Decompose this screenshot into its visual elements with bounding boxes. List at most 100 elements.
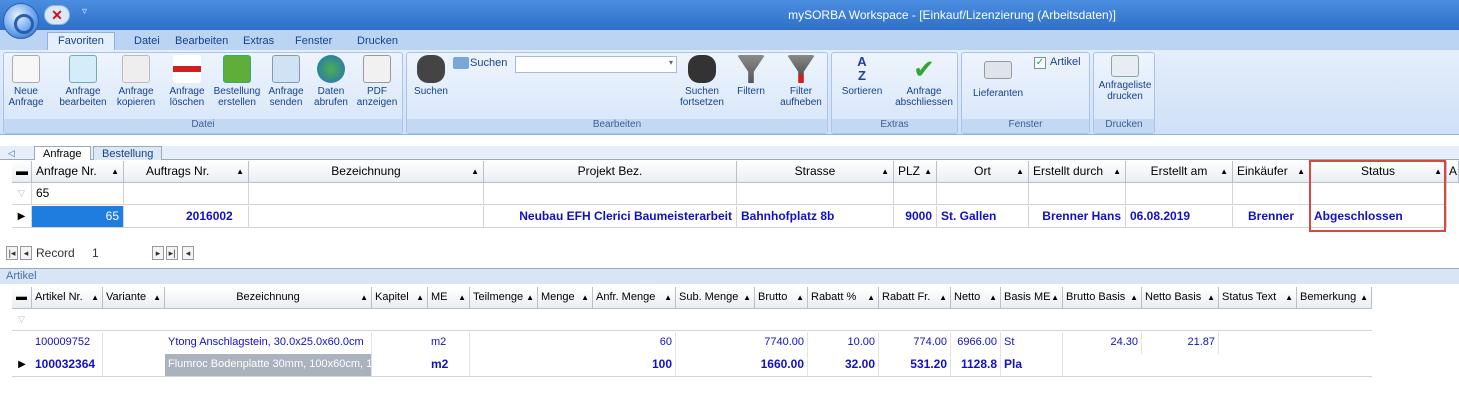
artikel-checkbox[interactable]: ✓ xyxy=(1034,57,1046,69)
filter-input[interactable] xyxy=(1233,183,1310,205)
column-header-teilmenge[interactable]: Teilmenge ▲ xyxy=(470,287,538,309)
cell-brutto-basis[interactable]: 24.30 xyxy=(1063,332,1142,354)
pdf-anzeigen-button[interactable]: PDF anzeigen xyxy=(354,55,400,108)
artikel-filter-row[interactable]: ▽ xyxy=(12,309,1372,331)
anfrage-kopieren-button[interactable]: Anfrage kopieren xyxy=(114,55,158,108)
column-header-projekt-bez[interactable]: Projekt Bez. xyxy=(484,161,737,183)
column-header-bezeichnung[interactable]: Bezeichnung ▲ xyxy=(249,161,484,183)
column-header-auftrags-nr[interactable]: Auftrags Nr. ▲ xyxy=(124,161,249,183)
tab-scroll-left-icon[interactable]: ◁ xyxy=(8,146,15,160)
new-record-icon[interactable]: ◂ xyxy=(182,246,194,260)
filter-input[interactable] xyxy=(737,183,894,205)
cell-projekt-bez[interactable]: Neubau EFH Clerici Baumeisterarbeit xyxy=(484,206,737,228)
cell-erstellt-am[interactable]: 06.08.2019 xyxy=(1126,206,1233,228)
cell-anfr-menge[interactable]: 100 xyxy=(593,354,676,376)
cell-artikel-nr[interactable]: 100032364 xyxy=(32,354,103,376)
tab-fenster[interactable]: Fenster xyxy=(285,33,342,49)
last-record-icon[interactable]: ▸| xyxy=(166,246,178,260)
column-header-netto-basis[interactable]: Netto Basis ▲ xyxy=(1142,287,1219,309)
filter-input[interactable] xyxy=(124,183,249,205)
next-record-icon[interactable]: ▸ xyxy=(152,246,164,260)
cell-brutto[interactable]: 7740.00 xyxy=(755,332,808,354)
tab-extras[interactable]: Extras xyxy=(233,33,284,49)
anfrage-abschliessen-button[interactable]: ✔ Anfrage abschliessen xyxy=(892,55,956,108)
filter-input[interactable] xyxy=(484,183,737,205)
cell-rabatt-fr[interactable]: 774.00 xyxy=(879,332,951,354)
cell-basis-me[interactable]: Pla xyxy=(1001,354,1063,376)
tab-bearbeiten[interactable]: Bearbeiten xyxy=(165,33,238,49)
cell-bezeichnung[interactable]: Ytong Anschlagstein, 30.0x25.0x60.0cm xyxy=(165,332,372,354)
column-header-artikel-nr[interactable]: Artikel Nr. ▲ xyxy=(32,287,103,309)
cell-strasse[interactable]: Bahnhofplatz 8b xyxy=(737,206,894,228)
anfrage-loeschen-button[interactable]: Anfrage löschen xyxy=(164,55,210,108)
first-record-icon[interactable]: |◂ xyxy=(6,246,18,260)
search-combobox[interactable]: ▾ xyxy=(515,56,677,73)
tab-anfrage[interactable]: Anfrage xyxy=(34,146,91,160)
cell-basis-me[interactable]: St xyxy=(1001,332,1063,354)
cell-bezeichnung[interactable] xyxy=(249,206,484,228)
cell-plz[interactable]: 9000 xyxy=(894,206,937,228)
column-header-me[interactable]: ME ▲ xyxy=(428,287,470,309)
filtern-button[interactable]: Filtern xyxy=(731,55,771,97)
anfrage-senden-button[interactable]: Anfrage senden xyxy=(266,55,306,108)
column-header-erstellt-durch[interactable]: Erstellt durch ▲ xyxy=(1029,161,1126,183)
daten-abrufen-button[interactable]: Daten abrufen xyxy=(310,55,352,108)
column-header-menge[interactable]: Menge ▲ xyxy=(538,287,593,309)
column-header-a[interactable]: A xyxy=(1447,161,1459,183)
suchen-fortsetzen-button[interactable]: Suchen fortsetzen xyxy=(677,55,727,108)
bestellung-erstellen-button[interactable]: Bestellung erstellen xyxy=(210,55,264,108)
lieferanten-button[interactable]: Lieferanten xyxy=(968,55,1028,99)
cell-artikel-nr[interactable]: 100009752 xyxy=(32,332,103,354)
record-number-field[interactable]: 1 xyxy=(92,246,136,260)
cell-rabatt-fr[interactable]: 531.20 xyxy=(879,354,951,376)
cell-rabatt-pct[interactable]: 10.00 xyxy=(808,332,879,354)
cell-anfr-menge[interactable]: 60 xyxy=(593,332,676,354)
filter-input[interactable] xyxy=(937,183,1029,205)
column-header-sub-menge[interactable]: Sub. Menge ▲ xyxy=(676,287,755,309)
column-header-rabatt-pct[interactable]: Rabatt % ▲ xyxy=(808,287,879,309)
cell-bezeichnung[interactable]: Flumroc Bodenplatte 30mm, 100x60cm, 10 xyxy=(165,354,372,376)
cell-netto[interactable]: 1128.8 xyxy=(951,354,1001,376)
prev-record-icon[interactable]: ◂ xyxy=(20,246,32,260)
filter-input[interactable] xyxy=(894,183,937,205)
cell-einkaeufer[interactable]: Brenner xyxy=(1233,206,1310,228)
cell-auftrags-nr[interactable]: 2016002 xyxy=(124,206,249,228)
column-header-bemerkung[interactable]: Bemerkung ▲ xyxy=(1297,287,1372,309)
filter-input[interactable] xyxy=(249,183,484,205)
column-header-ort[interactable]: Ort ▲ xyxy=(937,161,1029,183)
column-header-strasse[interactable]: Strasse ▲ xyxy=(737,161,894,183)
filter-aufheben-button[interactable]: Filter aufheben xyxy=(777,55,825,108)
column-header-brutto[interactable]: Brutto ▲ xyxy=(755,287,808,309)
tab-datei[interactable]: Datei xyxy=(124,33,170,49)
column-header-brutto-basis[interactable]: Brutto Basis ▲ xyxy=(1063,287,1142,309)
filter-input[interactable] xyxy=(1029,183,1126,205)
filter-input[interactable] xyxy=(1126,183,1233,205)
column-header-einkaeufer[interactable]: Einkäufer ▲ xyxy=(1233,161,1310,183)
neue-anfrage-button[interactable]: Neue Anfrage xyxy=(6,55,46,108)
anfrageliste-drucken-button[interactable]: Anfrageliste drucken xyxy=(1098,55,1152,102)
application-menu-button[interactable] xyxy=(3,3,39,39)
column-header-netto[interactable]: Netto ▲ xyxy=(951,287,1001,309)
tab-bestellung[interactable]: Bestellung xyxy=(93,146,163,160)
filter-input-anfrage-nr[interactable]: 65 xyxy=(32,183,124,205)
cell-erstellt-durch[interactable]: Brenner Hans xyxy=(1029,206,1126,228)
tab-favoriten[interactable]: Favoriten xyxy=(47,32,115,50)
column-header-rabatt-fr[interactable]: Rabatt Fr. ▲ xyxy=(879,287,951,309)
cell-me[interactable]: m2 xyxy=(428,332,470,354)
column-header-status-text[interactable]: Status Text ▲ xyxy=(1219,287,1297,309)
suchen-button[interactable]: Suchen xyxy=(411,55,451,97)
column-header-variante[interactable]: Variante ▲ xyxy=(103,287,165,309)
column-header-bezeichnung[interactable]: Bezeichnung ▲ xyxy=(165,287,372,309)
column-header-anfrage-nr[interactable]: Anfrage Nr. ▲ xyxy=(32,161,124,183)
column-header-anfr-menge[interactable]: Anfr. Menge ▲ xyxy=(593,287,676,309)
anfrage-bearbeiten-button[interactable]: Anfrage bearbeiten xyxy=(58,55,108,108)
cell-netto-basis[interactable]: 21.87 xyxy=(1142,332,1219,354)
sortieren-button[interactable]: AZ Sortieren xyxy=(836,55,888,98)
cell-rabatt-pct[interactable]: 32.00 xyxy=(808,354,879,376)
column-header-erstellt-am[interactable]: Erstellt am ▲ xyxy=(1126,161,1233,183)
cell-brutto[interactable]: 1660.00 xyxy=(755,354,808,376)
cell-netto[interactable]: 6966.00 xyxy=(951,332,1001,354)
tab-drucken[interactable]: Drucken xyxy=(347,33,408,49)
cell-me[interactable]: m2 xyxy=(428,354,470,376)
column-header-kapitel[interactable]: Kapitel ▲ xyxy=(372,287,428,309)
